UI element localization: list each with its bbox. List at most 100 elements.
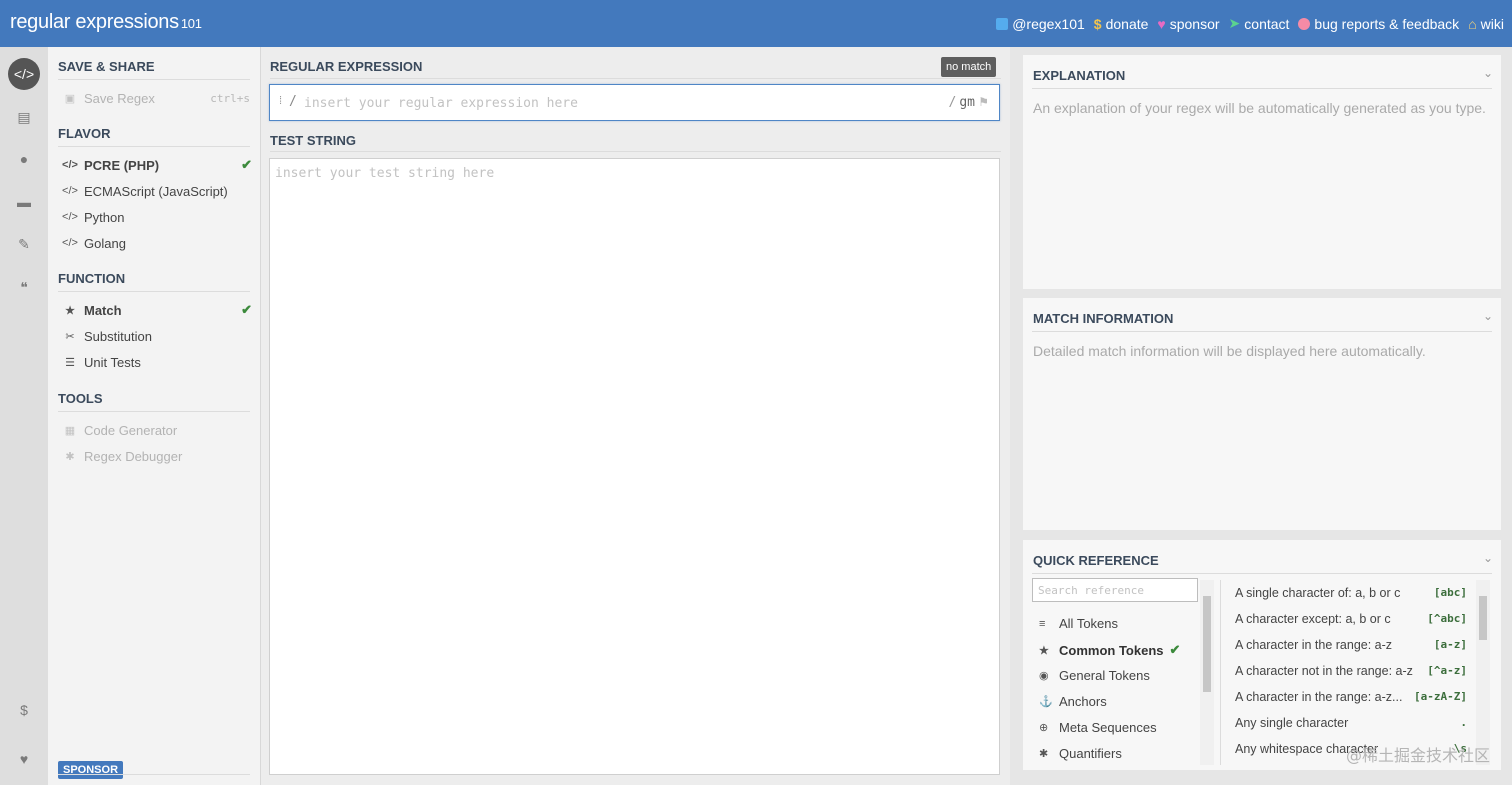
floppy-icon: ▣ (64, 92, 76, 105)
function-unit-tests[interactable]: ☰ Unit Tests (58, 351, 250, 373)
explanation-text: An explanation of your regex will be aut… (1033, 100, 1486, 116)
chevron-down-icon[interactable]: ⌄ (1483, 309, 1493, 323)
scrollbar-thumb[interactable] (1479, 596, 1487, 640)
token-row[interactable]: A single character of: a, b or c [abc] (1235, 586, 1467, 600)
bank-icon: ⌂ (1468, 15, 1477, 32)
book-icon: ▤ (17, 108, 31, 125)
function-label: Substitution (84, 328, 152, 344)
chevron-down-icon[interactable]: ⌄ (1483, 551, 1493, 565)
code-icon: </> (62, 211, 78, 223)
function-heading: FUNCTION (58, 271, 250, 292)
chevron-down-icon[interactable]: ⌄ (1483, 66, 1493, 80)
regex-open-delimiter: / (289, 94, 297, 109)
heart-icon: ♥ (19, 751, 29, 767)
category-label: Common Tokens (1059, 642, 1164, 658)
flavor-label: ECMAScript (JavaScript) (84, 183, 228, 199)
scissors-icon: ✂ (65, 330, 75, 343)
token-pattern: [abc] (1433, 586, 1467, 599)
match-info-text: Detailed match information will be displ… (1033, 343, 1426, 359)
token-row[interactable]: A character except: a, b or c [^abc] (1235, 612, 1467, 626)
category-all-tokens[interactable]: ≡ All Tokens (1039, 616, 1118, 631)
checkmark-icon: ✔ (1169, 642, 1181, 657)
rail-quiz-button[interactable]: ▬ (8, 186, 40, 218)
token-pattern: . (1460, 716, 1467, 729)
flavor-golang[interactable]: </> Golang (58, 232, 250, 254)
rail-settings-button[interactable]: ✎ (8, 228, 40, 260)
heading-divider (270, 151, 1001, 152)
token-scrollbar[interactable] (1476, 580, 1490, 765)
function-label: Unit Tests (84, 354, 141, 370)
tools-heading: TOOLS (58, 391, 250, 412)
quick-reference-panel: QUICK REFERENCE ⌄ ≡ All Tokens ★ Common … (1023, 540, 1501, 770)
category-label: General Tokens (1059, 668, 1150, 683)
category-quantifiers[interactable]: ✱ Quantifiers (1039, 746, 1122, 761)
top-link-donate[interactable]: $ donate (1094, 16, 1149, 32)
token-row[interactable]: Any single character . (1235, 716, 1467, 730)
flag-icon[interactable]: ⚑ (978, 95, 989, 109)
rail-donate-button[interactable]: $ (8, 694, 40, 726)
tool-code-generator[interactable]: ▦ Code Generator (58, 419, 250, 441)
top-link-label: contact (1244, 15, 1290, 32)
reference-divider (1220, 580, 1221, 765)
app-logo[interactable]: regular expressions 101 (10, 11, 202, 34)
checkmark-icon: ✔ (241, 302, 252, 317)
token-description: A character except: a, b or c (1235, 612, 1391, 626)
token-row[interactable]: A character not in the range: a-z [^a-z] (1235, 664, 1467, 678)
top-link-bugs[interactable]: bug reports & feedback (1298, 16, 1459, 32)
rail-library-button[interactable]: ▤ (8, 101, 40, 133)
token-pattern: [^abc] (1427, 612, 1467, 625)
flavor-pcre[interactable]: </> PCRE (PHP) ✔ (58, 154, 252, 176)
token-description: A character in the range: a-z... (1235, 690, 1403, 704)
test-string-input[interactable] (270, 159, 999, 774)
regex-flags[interactable]: / gm (949, 94, 975, 110)
rail-chat-button[interactable]: ❝ (8, 271, 40, 303)
token-row[interactable]: A character in the range: a-z... [a-zA-Z… (1235, 690, 1467, 704)
top-link-contact[interactable]: ➤ contact (1229, 15, 1290, 32)
category-anchors[interactable]: ⚓ Anchors (1039, 694, 1107, 709)
category-scrollbar[interactable] (1200, 580, 1214, 765)
match-status-badge: no match (941, 57, 997, 77)
top-link-twitter[interactable]: @regex101 (996, 16, 1085, 32)
token-description: A character not in the range: a-z (1235, 664, 1413, 678)
explanation-panel: EXPLANATION ⌄ An explanation of your reg… (1023, 55, 1501, 289)
category-common-tokens[interactable]: ★ Common Tokens ✔ (1039, 642, 1180, 658)
category-label: Anchors (1059, 694, 1107, 709)
rail-account-button[interactable]: ● (8, 143, 40, 175)
top-link-sponsor[interactable]: ♥ sponsor (1157, 16, 1219, 32)
top-link-wiki[interactable]: ⌂ wiki (1468, 16, 1504, 32)
sidebar-divider (58, 774, 250, 775)
category-label: Quantifiers (1059, 746, 1122, 761)
star-icon: ★ (1039, 644, 1049, 657)
scrollbar-thumb[interactable] (1203, 596, 1211, 692)
category-meta-sequences[interactable]: ⊕ Meta Sequences (1039, 720, 1157, 735)
function-match[interactable]: ★ Match ✔ (58, 299, 252, 321)
reference-search-input[interactable] (1032, 578, 1198, 602)
rail-editor-button[interactable]: </> (8, 58, 40, 90)
save-regex-button[interactable]: ▣ Save Regex ctrl+s (58, 87, 250, 109)
token-pattern: [a-z] (1433, 638, 1467, 651)
category-general-tokens[interactable]: ◉ General Tokens (1039, 668, 1150, 683)
bug-icon (1298, 17, 1311, 30)
paper-plane-icon: ➤ (1228, 15, 1241, 31)
panel-divider (1032, 88, 1492, 89)
token-description: A character in the range: a-z (1235, 638, 1393, 652)
flavor-python[interactable]: </> Python (58, 206, 250, 228)
sponsor-badge[interactable]: SPONSOR (58, 761, 124, 779)
grip-icon[interactable]: ⁞ (279, 95, 282, 107)
token-row[interactable]: A character in the range: a-z [a-z] (1235, 638, 1467, 652)
rail-sponsor-button[interactable]: ♥ (8, 743, 40, 775)
app-title: regular expressions (10, 11, 179, 33)
function-substitution[interactable]: ✂ Substitution (58, 325, 250, 347)
token-description: A single character of: a, b or c (1235, 586, 1401, 600)
sidebar: SAVE & SHARE ▣ Save Regex ctrl+s FLAVOR … (48, 47, 261, 785)
gamepad-icon: ▬ (17, 194, 31, 210)
regex-input[interactable] (302, 91, 906, 115)
tool-regex-debugger[interactable]: ✱ Regex Debugger (58, 445, 250, 467)
tool-label: Code Generator (84, 422, 178, 438)
editor-area: REGULAR EXPRESSION no match ⁞ / /gm ⚑ TE… (261, 47, 1010, 785)
database-icon: ≡ (1039, 617, 1046, 630)
flavor-ecmascript[interactable]: </> ECMAScript (JavaScript) (58, 180, 250, 202)
file-code-icon: ▦ (64, 424, 76, 437)
match-info-panel: MATCH INFORMATION ⌄ Detailed match infor… (1023, 298, 1501, 530)
test-string-heading: TEST STRING (270, 133, 356, 148)
